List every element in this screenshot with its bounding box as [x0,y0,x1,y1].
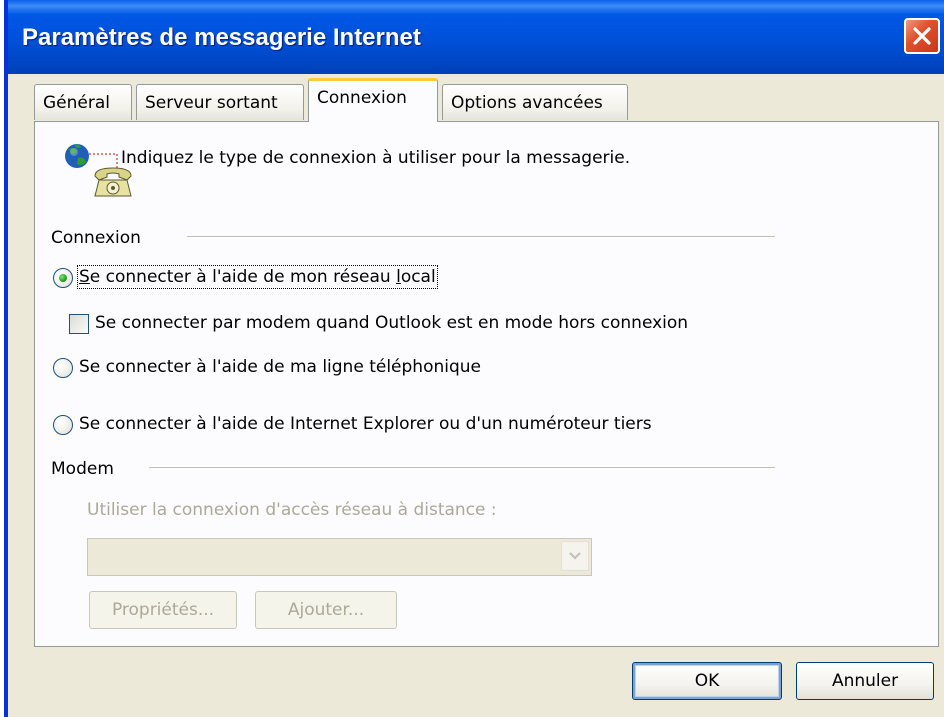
ok-button[interactable]: OK [632,662,782,700]
tab-connexion[interactable]: Connexion [308,78,438,122]
tab-options-avancees[interactable]: Options avancées [442,84,628,120]
add-button[interactable]: Ajouter... [255,591,397,629]
dialup-connection-label: Utiliser la connexion d'accès réseau à d… [87,500,497,520]
modem-group-divider [149,467,775,469]
window-title: Paramètres de messagerie Internet [22,24,421,51]
intro-text: Indiquez le type de connexion à utiliser… [121,148,631,168]
tab-serveur-sortant[interactable]: Serveur sortant [136,84,304,120]
radio-ie-dialer[interactable] [53,415,73,435]
connection-group-divider [187,236,775,238]
close-button[interactable] [904,18,940,54]
dropdown-arrow-button[interactable] [561,541,589,571]
checkbox-modem-offline[interactable] [69,314,89,334]
chevron-down-icon [569,552,581,560]
radio-ie-dialer-label[interactable]: Se connecter à l'aide de Internet Explor… [79,414,652,434]
radio-phone-line-label[interactable]: Se connecter à l'aide de ma ligne téléph… [79,357,481,377]
title-bar[interactable]: Paramètres de messagerie Internet [8,0,944,74]
checkbox-modem-offline-label[interactable]: Se connecter par modem quand Outlook est… [95,313,688,333]
dialup-connection-select[interactable] [87,538,592,576]
tab-panel-connexion: Indiquez le type de connexion à utiliser… [34,121,939,647]
radio-local-network-label[interactable]: Se connecter à l'aide de mon réseau loca… [77,265,438,289]
radio-selected-dot [59,274,67,282]
cancel-button[interactable]: Annuler [796,662,934,700]
close-icon [913,27,931,45]
connection-group-label: Connexion [51,228,141,248]
modem-group-label: Modem [51,459,114,479]
dialog-window: Paramètres de messagerie Internet Généra… [4,0,944,717]
properties-button[interactable]: Propriétés... [89,591,237,629]
radio-phone-line[interactable] [53,358,73,378]
tab-general[interactable]: Général [34,84,132,120]
radio-local-network[interactable] [53,268,73,288]
